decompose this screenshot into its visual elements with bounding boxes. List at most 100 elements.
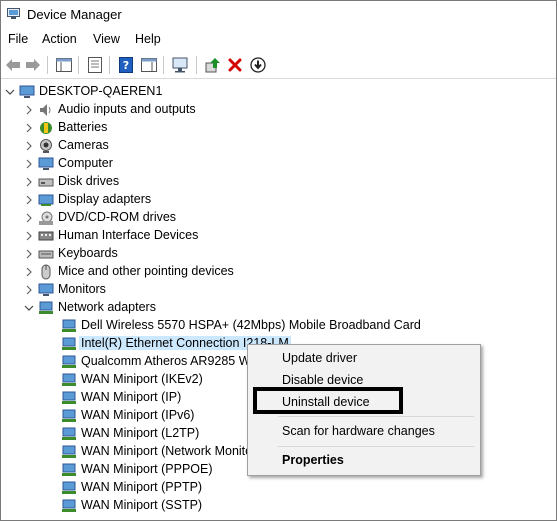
chevron-right-icon[interactable] (24, 248, 34, 260)
keyboard-device-icon (38, 231, 54, 241)
network-adapter-icon (62, 319, 76, 332)
tree-category-computer[interactable]: Computer (24, 155, 324, 173)
category-label: Disk drives (58, 174, 120, 188)
network-device-wan-sstp[interactable]: WAN Miniport (SSTP) (61, 497, 481, 515)
toolbar: ? (1, 52, 556, 79)
category-label: Batteries (58, 120, 108, 134)
battery-icon (40, 122, 52, 134)
computer-icon (19, 85, 35, 98)
title-bar: Device Manager (1, 1, 556, 28)
category-label: Keyboards (58, 246, 118, 260)
device-label: WAN Miniport (PPPOE) (81, 462, 213, 476)
tree-category-display-adapters[interactable]: Display adapters (24, 191, 324, 209)
menu-action[interactable]: Action (42, 32, 77, 46)
network-adapter-icon (62, 337, 76, 350)
menu-file[interactable]: File (8, 32, 28, 46)
chevron-right-icon[interactable] (24, 122, 34, 134)
tree-category-batteries[interactable]: Batteries (24, 119, 324, 137)
network-adapter-icon (62, 355, 76, 368)
network-adapter-icon (62, 463, 76, 476)
menu-item-disable-device[interactable]: Disable device (282, 373, 363, 387)
menu-item-scan-hardware-changes[interactable]: Scan for hardware changes (282, 424, 435, 438)
dvd-drive-icon (39, 211, 53, 225)
device-label: Dell Wireless 5570 HSPA+ (42Mbps) Mobile… (81, 318, 421, 332)
monitor-icon (38, 157, 54, 170)
network-adapter-icon (62, 427, 76, 440)
menu-item-properties[interactable]: Properties (282, 453, 344, 467)
category-label: Display adapters (58, 192, 152, 206)
tree-root[interactable]: DESKTOP-QAEREN1 (5, 83, 305, 101)
device-label: WAN Miniport (SSTP) (81, 498, 203, 512)
chevron-down-icon[interactable] (5, 86, 15, 98)
network-adapter-icon (39, 301, 53, 314)
device-label: WAN Miniport (Network Monitor) (81, 444, 261, 458)
category-label: Human Interface Devices (58, 228, 199, 242)
device-label: WAN Miniport (IP) (81, 390, 182, 404)
menu-help[interactable]: Help (135, 32, 161, 46)
network-adapter-icon (62, 391, 76, 404)
tree-category-mice[interactable]: Mice and other pointing devices (24, 263, 324, 281)
category-label: Computer (58, 156, 113, 170)
menu-view[interactable]: View (93, 32, 120, 46)
chevron-right-icon[interactable] (24, 158, 34, 170)
network-adapter-icon (62, 499, 76, 512)
disable-device-icon[interactable] (249, 56, 267, 74)
tree-category-disk-drives[interactable]: Disk drives (24, 173, 324, 191)
network-device-dell-wireless[interactable]: Dell Wireless 5570 HSPA+ (42Mbps) Mobile… (61, 317, 481, 335)
category-label: Cameras (58, 138, 109, 152)
uninstall-highlight-frame (253, 387, 403, 414)
tree-category-dvd-drives[interactable]: DVD/CD-ROM drives (24, 209, 324, 227)
category-label: Network adapters (58, 300, 156, 314)
chevron-right-icon[interactable] (24, 104, 34, 116)
disk-drive-icon (38, 178, 54, 187)
tree-category-monitors[interactable]: Monitors (24, 281, 324, 299)
menu-separator (278, 446, 474, 447)
scan-hardware-icon[interactable] (172, 56, 190, 74)
webcam-icon (40, 139, 52, 153)
device-label: WAN Miniport (IPv6) (81, 408, 195, 422)
network-adapter-icon (62, 409, 76, 422)
menu-bar: File Action View Help (1, 29, 556, 51)
chevron-right-icon[interactable] (24, 140, 34, 152)
uninstall-x-icon[interactable] (226, 56, 244, 74)
properties-icon[interactable] (86, 56, 104, 74)
chevron-right-icon[interactable] (24, 284, 34, 296)
forward-arrow-icon[interactable] (24, 56, 42, 74)
category-label: Mice and other pointing devices (58, 264, 234, 278)
network-device-wan-pptp[interactable]: WAN Miniport (PPTP) (61, 479, 481, 497)
speaker-icon (40, 104, 51, 116)
network-adapter-icon (62, 481, 76, 494)
chevron-down-icon[interactable] (24, 302, 34, 314)
back-arrow-icon[interactable] (4, 56, 22, 74)
chevron-right-icon[interactable] (24, 212, 34, 224)
category-label: Audio inputs and outputs (58, 102, 196, 116)
network-adapter-icon (62, 445, 76, 458)
device-label: WAN Miniport (L2TP) (81, 426, 200, 440)
menu-item-update-driver[interactable]: Update driver (282, 351, 357, 365)
tree-root-label: DESKTOP-QAEREN1 (39, 84, 163, 98)
menu-separator (278, 416, 474, 417)
network-adapter-icon (62, 373, 76, 386)
category-label: DVD/CD-ROM drives (58, 210, 177, 224)
action-pane-icon[interactable] (140, 56, 158, 74)
chevron-right-icon[interactable] (24, 176, 34, 188)
tree-category-audio[interactable]: Audio inputs and outputs (24, 101, 324, 119)
device-manager-app-icon (7, 8, 20, 19)
show-hide-console-tree-icon[interactable] (55, 56, 73, 74)
window-title: Device Manager (27, 7, 122, 22)
chevron-right-icon[interactable] (24, 230, 34, 242)
chevron-right-icon[interactable] (24, 194, 34, 206)
category-label: Monitors (58, 282, 106, 296)
tree-category-network-adapters[interactable]: Network adapters (24, 299, 324, 317)
monitor-icon (38, 283, 54, 296)
tree-category-keyboards[interactable]: Keyboards (24, 245, 324, 263)
chevron-right-icon[interactable] (24, 266, 34, 278)
help-icon[interactable]: ? (117, 56, 135, 74)
svg-text:?: ? (123, 59, 129, 72)
mouse-icon (41, 264, 51, 280)
update-driver-icon[interactable] (204, 56, 222, 74)
tree-category-hid[interactable]: Human Interface Devices (24, 227, 324, 245)
device-label: WAN Miniport (IKEv2) (81, 372, 203, 386)
device-manager-window: Device Manager File Action View Help ? D… (0, 0, 557, 521)
tree-category-cameras[interactable]: Cameras (24, 137, 324, 155)
